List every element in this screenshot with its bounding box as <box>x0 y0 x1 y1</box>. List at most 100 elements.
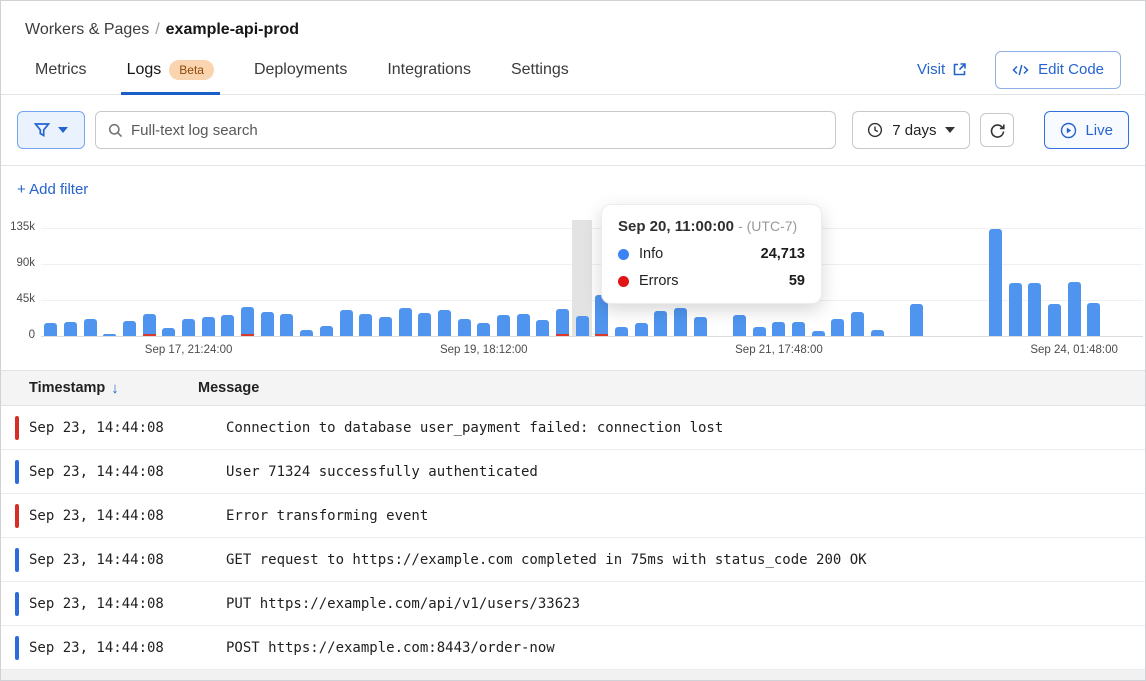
chart-bar[interactable] <box>576 316 589 336</box>
tab-logs[interactable]: Logs Beta <box>127 45 214 95</box>
bar-info-segment <box>1087 303 1100 336</box>
chart-bar[interactable] <box>556 309 569 336</box>
chart-bar[interactable] <box>340 310 353 336</box>
chart-bar[interactable] <box>1028 283 1041 336</box>
chart-bar[interactable] <box>831 319 844 336</box>
bar-info-segment <box>359 314 372 336</box>
add-filter-button[interactable]: + Add filter <box>1 166 104 206</box>
chart-bar[interactable] <box>1009 283 1022 336</box>
table-row[interactable]: Sep 23, 14:44:08GET request to https://e… <box>1 538 1145 582</box>
table-row[interactable]: Sep 23, 14:44:08User 71324 successfully … <box>1 450 1145 494</box>
chart-bar[interactable] <box>182 319 195 336</box>
chart-bar[interactable] <box>635 323 648 336</box>
chart-bar[interactable] <box>123 321 136 336</box>
bar-info-segment <box>64 322 77 336</box>
chart-bar[interactable] <box>84 319 97 336</box>
chart-bar[interactable] <box>221 315 234 336</box>
chart-bar[interactable] <box>536 320 549 336</box>
bar-errors-segment <box>241 334 254 336</box>
log-timestamp: Sep 23, 14:44:08 <box>29 640 198 656</box>
chart-bar[interactable] <box>143 314 156 336</box>
live-button[interactable]: Live <box>1044 111 1129 149</box>
beta-badge: Beta <box>169 60 214 80</box>
log-message: POST https://example.com:8443/order-now <box>226 640 555 656</box>
chart-bar[interactable] <box>300 330 313 336</box>
bar-info-segment <box>458 319 471 336</box>
chart-baseline <box>41 336 1143 337</box>
visit-link[interactable]: Visit <box>917 61 967 78</box>
chart-bar[interactable] <box>1087 303 1100 336</box>
x-axis-label: Sep 19, 18:12:00 <box>440 344 528 356</box>
breadcrumb-section[interactable]: Workers & Pages <box>25 21 149 38</box>
column-header-timestamp[interactable]: Timestamp ↓ <box>1 380 198 397</box>
chart-bar[interactable] <box>320 326 333 336</box>
chart-bar[interactable] <box>1048 304 1061 336</box>
tab-settings[interactable]: Settings <box>511 45 569 95</box>
chart-bar[interactable] <box>772 322 785 336</box>
refresh-button[interactable] <box>980 113 1014 147</box>
time-range-dropdown[interactable]: 7 days <box>852 111 970 149</box>
chart-bar[interactable] <box>438 310 451 336</box>
bar-info-segment <box>280 314 293 336</box>
table-row[interactable]: Sep 23, 14:44:08Connection to database u… <box>1 406 1145 450</box>
tab-integrations[interactable]: Integrations <box>387 45 471 95</box>
bar-info-segment <box>753 327 766 336</box>
chart-bar[interactable] <box>477 323 490 336</box>
chart-bar[interactable] <box>64 322 77 336</box>
chart-bar[interactable] <box>871 330 884 336</box>
chart-bar[interactable] <box>103 334 116 336</box>
bar-info-segment <box>320 326 333 336</box>
chart-bar[interactable] <box>202 317 215 336</box>
chart-bar[interactable] <box>379 317 392 336</box>
chart-plot[interactable] <box>41 228 1143 336</box>
log-timestamp: Sep 23, 14:44:08 <box>29 508 198 524</box>
bar-info-segment <box>300 330 313 336</box>
bar-info-segment <box>261 312 274 336</box>
chart-bar[interactable] <box>851 312 864 336</box>
bar-info-segment <box>438 310 451 336</box>
bar-info-segment <box>379 317 392 336</box>
log-level-indicator <box>15 548 19 572</box>
chart-bar[interactable] <box>280 314 293 336</box>
chart-bar[interactable] <box>910 304 923 336</box>
chart-bar[interactable] <box>359 314 372 336</box>
code-icon <box>1012 63 1029 77</box>
chart-bar[interactable] <box>517 314 530 336</box>
table-row[interactable]: Sep 23, 14:44:08 POST https://example.com… <box>1 626 1145 670</box>
chart-bar[interactable] <box>615 327 628 336</box>
chart-bar[interactable] <box>812 331 825 336</box>
bar-info-segment <box>1009 283 1022 336</box>
chart-bar[interactable] <box>733 315 746 336</box>
bar-info-segment <box>202 317 215 336</box>
chart-bar[interactable] <box>753 327 766 336</box>
chart-bar[interactable] <box>792 322 805 336</box>
chart-bar[interactable] <box>1068 282 1081 336</box>
chart-bar[interactable] <box>694 317 707 336</box>
chart-bar[interactable] <box>162 328 175 336</box>
bar-info-segment <box>910 304 923 336</box>
chart-bar[interactable] <box>654 311 667 336</box>
chart-bar[interactable] <box>458 319 471 336</box>
errors-dot-icon <box>618 276 629 287</box>
search-icon <box>108 123 123 138</box>
y-axis-label: 45k <box>1 293 35 305</box>
chart-bar[interactable] <box>399 308 412 336</box>
table-row[interactable]: Sep 23, 14:44:08PUT https://example.com/… <box>1 582 1145 626</box>
chart-bar[interactable] <box>418 313 431 336</box>
bar-info-segment <box>517 314 530 336</box>
edit-code-button[interactable]: Edit Code <box>995 51 1121 89</box>
search-input[interactable] <box>131 122 823 139</box>
chart-bar[interactable] <box>44 323 57 336</box>
tab-metrics[interactable]: Metrics <box>35 45 87 95</box>
chart-bar[interactable] <box>261 312 274 336</box>
bar-info-segment <box>182 319 195 336</box>
chart-bar[interactable] <box>497 315 510 336</box>
chart-bar[interactable] <box>241 307 254 336</box>
tab-deployments[interactable]: Deployments <box>254 45 347 95</box>
table-row[interactable]: Sep 23, 14:44:08Error transforming event <box>1 494 1145 538</box>
filter-dropdown-button[interactable] <box>17 111 85 149</box>
log-timestamp: Sep 23, 14:44:08 <box>29 552 198 568</box>
chevron-down-icon <box>945 127 955 133</box>
chart-bar[interactable] <box>989 229 1002 336</box>
chart-bar[interactable] <box>674 308 687 336</box>
